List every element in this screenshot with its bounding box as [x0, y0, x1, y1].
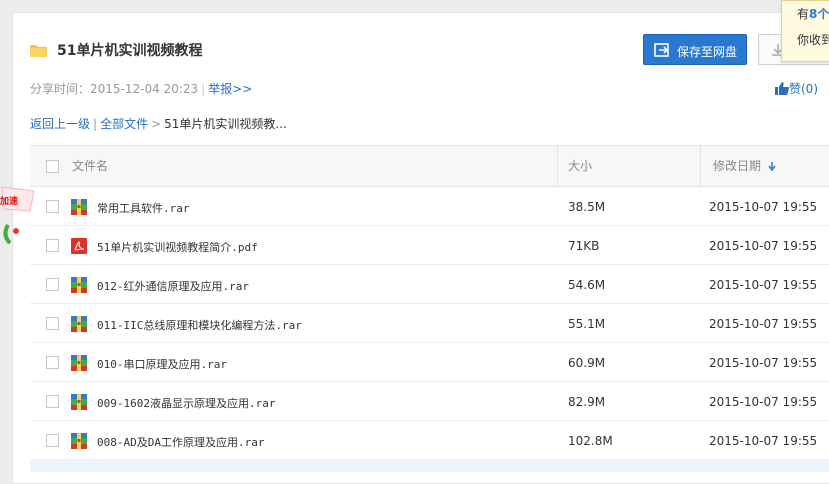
file-name[interactable]: 008-AD及DA工作原理及应用.rar [97, 434, 264, 450]
table-row[interactable]: 012-红外通信原理及应用.rar 54.6M 2015-10-07 19:55 [30, 265, 829, 304]
breadcrumb-back[interactable]: 返回上一级 [30, 117, 90, 131]
tooltip-line-1: 有8个 [797, 7, 829, 21]
report-link[interactable]: 举报>> [208, 82, 252, 96]
tooltip-line-2: 你收到 [797, 33, 829, 47]
rar-icon [71, 316, 87, 332]
file-date: 2015-10-07 19:55 [709, 278, 818, 292]
table-row[interactable]: 009-1602液晶显示原理及应用.rar 82.9M 2015-10-07 19:… [30, 382, 829, 421]
file-size: 54.6M [568, 278, 606, 292]
like-label: 赞(0) [789, 82, 818, 96]
save-button-label: 保存至网盘 [677, 45, 738, 59]
file-name[interactable]: 009-1602液晶显示原理及应用.rar [97, 395, 275, 411]
file-table: 文件名 大小 修改日期 常用工具软件.rar 38.5M 2015-10-07 19… [30, 145, 829, 460]
file-size: 60.9M [568, 356, 606, 370]
file-date: 2015-10-07 19:55 [709, 239, 818, 253]
breadcrumb-all-files[interactable]: 全部文件 [100, 117, 148, 131]
file-name[interactable]: 011-IIC总线原理和模块化编程方法.rar [97, 317, 302, 333]
share-time: 2015-12-04 20:23 [90, 82, 199, 96]
table-footer-band [30, 460, 829, 472]
row-checkbox[interactable] [46, 317, 59, 330]
file-date: 2015-10-07 19:55 [709, 317, 818, 331]
like-button[interactable]: 赞(0) [775, 80, 818, 97]
row-checkbox[interactable] [46, 434, 59, 447]
table-row[interactable]: 008-AD及DA工作原理及应用.rar 102.8M 2015-10-07 19:… [30, 421, 829, 460]
row-checkbox[interactable] [46, 200, 59, 213]
share-meta: 分享时间：2015-12-04 20:23 | 举报>> [30, 82, 253, 96]
breadcrumb-current: 51单片机实训视频教... [164, 117, 287, 131]
select-all-checkbox[interactable] [46, 160, 59, 173]
row-checkbox[interactable] [46, 356, 59, 369]
table-header: 文件名 大小 修改日期 [30, 145, 829, 187]
file-date: 2015-10-07 19:55 [709, 200, 818, 214]
table-row[interactable]: 010-串口原理及应用.rar 60.9M 2015-10-07 19:55 [30, 343, 829, 382]
rar-icon [71, 277, 87, 293]
breadcrumb: 返回上一级 | 全部文件 >51单片机实训视频教... [30, 117, 287, 131]
file-date: 2015-10-07 19:55 [709, 356, 818, 370]
save-icon [654, 43, 669, 57]
file-size: 71KB [568, 239, 600, 253]
table-row[interactable]: 011-IIC总线原理和模块化编程方法.rar 55.1M 2015-10-07 1… [30, 304, 829, 343]
file-name[interactable]: 常用工具软件.rar [97, 200, 190, 216]
file-name[interactable]: 010-串口原理及应用.rar [97, 356, 227, 372]
speedup-label: 加速 [0, 197, 19, 207]
file-name[interactable]: 51单片机实训视频教程简介.pdf [97, 239, 258, 255]
header-filename[interactable]: 文件名 [72, 146, 108, 186]
save-to-netdisk-button[interactable]: 保存至网盘 [643, 34, 747, 65]
pdf-icon [71, 238, 87, 254]
row-checkbox[interactable] [46, 278, 59, 291]
file-size: 55.1M [568, 317, 606, 331]
notification-tooltip: 有8个 你收到 [781, 0, 829, 62]
rar-icon [71, 394, 87, 410]
sort-desc-icon [768, 162, 776, 172]
file-size: 102.8M [568, 434, 613, 448]
header-date[interactable]: 修改日期 [713, 146, 776, 186]
table-row[interactable]: 51单片机实训视频教程简介.pdf 71KB 2015-10-07 19:55 [30, 226, 829, 265]
thumbs-up-icon [775, 82, 789, 95]
rar-icon [71, 355, 87, 371]
row-checkbox[interactable] [46, 239, 59, 252]
folder-icon [30, 45, 47, 57]
row-checkbox[interactable] [46, 395, 59, 408]
page-title: 51单片机实训视频教程 [57, 43, 203, 59]
table-row[interactable]: 常用工具软件.rar 38.5M 2015-10-07 19:55 [30, 187, 829, 226]
file-name[interactable]: 012-红外通信原理及应用.rar [97, 278, 249, 294]
header-size[interactable]: 大小 [568, 146, 592, 186]
file-size: 82.9M [568, 395, 606, 409]
file-date: 2015-10-07 19:55 [709, 395, 818, 409]
rar-icon [71, 199, 87, 215]
share-time-label: 分享时间： [30, 82, 91, 96]
file-rows: 常用工具软件.rar 38.5M 2015-10-07 19:55 51单片机实训视… [30, 187, 829, 460]
rar-icon [71, 433, 87, 449]
file-date: 2015-10-07 19:55 [709, 434, 818, 448]
file-size: 38.5M [568, 200, 606, 214]
